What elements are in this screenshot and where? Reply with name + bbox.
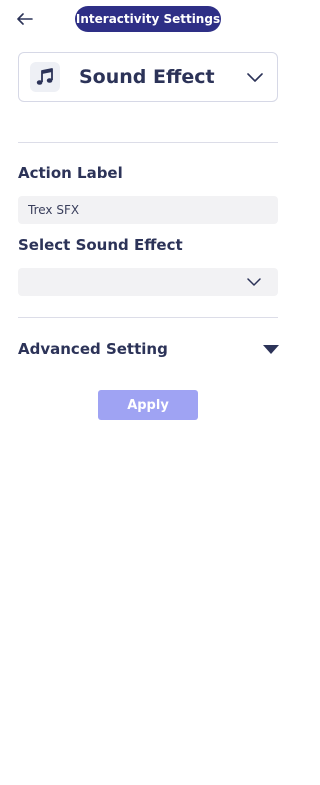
advanced-setting-label: Advanced Setting <box>18 340 168 358</box>
chevron-down-icon <box>246 68 264 86</box>
type-icon-container <box>30 62 60 92</box>
caret-down-icon <box>263 344 279 354</box>
interactivity-settings-panel: Interactivity Settings Sound Effect Acti… <box>0 0 298 785</box>
sound-effect-select[interactable] <box>18 268 278 296</box>
music-note-icon <box>36 68 53 85</box>
page-title: Interactivity Settings <box>75 6 221 32</box>
advanced-setting-toggle[interactable]: Advanced Setting <box>18 338 280 360</box>
chevron-down-icon <box>246 274 262 290</box>
interaction-type-label: Sound Effect <box>79 66 215 88</box>
back-button[interactable] <box>14 8 36 30</box>
arrow-left-icon <box>17 13 33 25</box>
sound-effect-heading: Select Sound Effect <box>18 236 183 254</box>
action-label-input[interactable] <box>18 196 278 224</box>
apply-button[interactable]: Apply <box>98 390 198 420</box>
divider <box>18 142 278 143</box>
action-label-heading: Action Label <box>18 164 123 182</box>
divider <box>18 317 278 318</box>
interaction-type-select[interactable]: Sound Effect <box>18 52 278 102</box>
